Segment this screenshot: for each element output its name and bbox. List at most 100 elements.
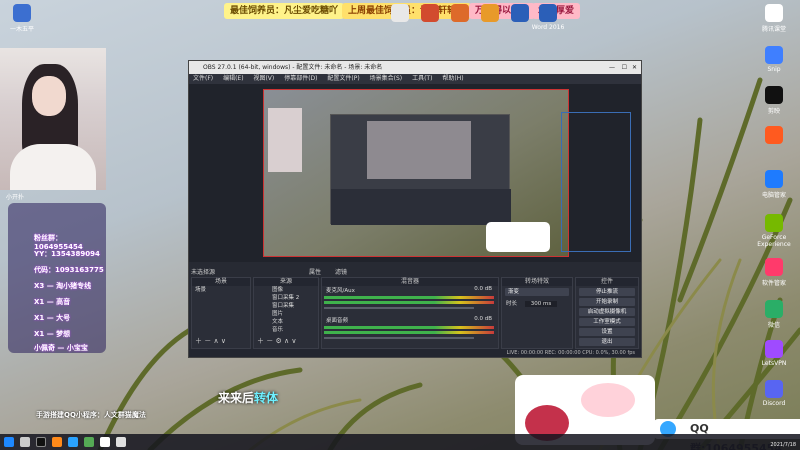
word-icon[interactable]: Word 2016: [528, 4, 568, 31]
taskbar-app-icon[interactable]: [84, 437, 94, 447]
dock-item[interactable]: LetsVPN: [752, 340, 796, 367]
properties-button[interactable]: 属性: [309, 267, 321, 276]
taskbar-app-icon[interactable]: [36, 437, 46, 447]
dock-item[interactable]: [752, 126, 796, 146]
caption-highlight: 转体: [254, 391, 279, 405]
info-row: 代码：1093163775: [34, 266, 104, 274]
app-icon: [765, 258, 783, 276]
taskbar-app-icon[interactable]: [20, 437, 30, 447]
info-row: X3 — 淘小猪专线: [34, 282, 92, 290]
transition-select[interactable]: 渐变: [505, 288, 569, 296]
app-icon: [765, 86, 783, 104]
add-source-icon[interactable]: ＋: [257, 337, 264, 345]
app-icon: [451, 4, 469, 22]
menu-tools[interactable]: 工具(T): [412, 75, 432, 82]
menu-help[interactable]: 帮助(H): [442, 75, 463, 82]
volume-meter: [324, 301, 494, 304]
caption-prefix: 来来后: [218, 391, 255, 405]
source-item[interactable]: 图像: [254, 286, 318, 294]
desktop-icon-top-left[interactable]: 一木五平: [2, 4, 42, 33]
dock-item[interactable]: Discord: [752, 380, 796, 407]
sources-header: 来源: [254, 278, 318, 286]
source-item[interactable]: 窗口采集 2: [254, 294, 318, 302]
start-icon[interactable]: [4, 437, 14, 447]
obs-menu-bar: 文件(F) 编辑(E) 视图(V) 停靠部件(D) 配置文件(P) 场景集合(S…: [189, 74, 641, 84]
source-controls: ＋ － ⚙ ∧ ∨: [257, 336, 296, 346]
mixer-db: 0.0 dB: [474, 316, 492, 322]
menu-scene-collection[interactable]: 场景集合(S): [370, 75, 403, 82]
scenes-panel: 场景 场景 ＋ － ∧ ∨: [191, 277, 251, 349]
duration-row: 时长 300 ms: [502, 299, 572, 307]
remove-scene-icon[interactable]: －: [204, 337, 211, 345]
volume-meter: [324, 331, 494, 334]
scene-item[interactable]: 场景: [192, 286, 250, 294]
menu-profile[interactable]: 配置文件(P): [327, 75, 359, 82]
dock-item[interactable]: 微信: [752, 300, 796, 329]
close-icon[interactable]: ✕: [632, 61, 637, 74]
dock-item[interactable]: 电脑管家: [752, 170, 796, 199]
volume-slider[interactable]: [324, 337, 474, 339]
app-icon: [511, 4, 529, 22]
volume-meter: [324, 326, 494, 329]
pig-face: [581, 383, 635, 417]
start-recording-button[interactable]: 开始录制: [579, 298, 635, 306]
nested-panels: [331, 189, 511, 225]
mixer-panel: 混音器 麦克风/Aux 0.0 dB 桌面音频 0.0 dB: [321, 277, 499, 349]
filters-button[interactable]: 滤镜: [335, 267, 347, 276]
obs-title: OBS 27.0.1 (64-bit, windows) - 配置文件: 未命名…: [203, 64, 383, 71]
settings-button[interactable]: 设置: [579, 328, 635, 336]
taskbar-app-icon[interactable]: [100, 437, 110, 447]
app-icon: [765, 300, 783, 318]
remove-source-icon[interactable]: －: [266, 337, 273, 345]
gear-icon[interactable]: ⚙: [275, 337, 281, 345]
subtitle-caption: 来来后转体: [218, 389, 278, 406]
menu-view[interactable]: 视图(V): [253, 75, 274, 82]
source-item[interactable]: 音乐: [254, 326, 318, 334]
obs-title-bar: OBS 27.0.1 (64-bit, windows) - 配置文件: 未命名…: [189, 61, 641, 74]
sources-panel: 来源 图像 窗口采集 2 窗口采集 图片 文本 音乐 ＋ － ⚙ ∧ ∨: [253, 277, 319, 349]
dock-item[interactable]: 腾讯课堂: [752, 4, 796, 33]
studio-mode-button[interactable]: 工作室模式: [579, 318, 635, 326]
stop-stream-button[interactable]: 停止推流: [579, 288, 635, 296]
webcam-clothes: [10, 144, 96, 190]
info-row: X1 — 高音: [34, 298, 71, 306]
menu-edit[interactable]: 编辑(E): [223, 75, 243, 82]
minimize-icon[interactable]: —: [609, 61, 615, 74]
app-icon: [13, 4, 31, 22]
duration-input[interactable]: 300 ms: [524, 301, 558, 307]
taskbar: 2021/7/18: [0, 434, 800, 450]
dock-item[interactable]: 软件管家: [752, 258, 796, 287]
source-item[interactable]: 图片: [254, 310, 318, 318]
obs-preview[interactable]: [189, 84, 641, 262]
taskbar-app-icon[interactable]: [68, 437, 78, 447]
preview-selection-box: [561, 112, 631, 252]
duration-label: 时长: [506, 301, 518, 307]
app-icon: [765, 126, 783, 144]
virtual-camera-button[interactable]: 启动虚拟摄像机: [579, 308, 635, 316]
exit-button[interactable]: 退出: [579, 338, 635, 346]
down-icon[interactable]: ∨: [291, 337, 296, 345]
volume-slider[interactable]: [324, 307, 474, 309]
info-row: YY：1354389094: [34, 250, 100, 258]
up-icon[interactable]: ∧: [284, 337, 289, 345]
add-scene-icon[interactable]: ＋: [195, 337, 202, 345]
dock-item[interactable]: Snip: [752, 46, 796, 73]
app-icon: [421, 4, 439, 22]
menu-docks[interactable]: 停靠部件(D): [284, 75, 317, 82]
mixer-channel: 桌面音频 0.0 dB: [322, 316, 498, 346]
obs-window: OBS 27.0.1 (64-bit, windows) - 配置文件: 未命名…: [188, 60, 642, 358]
taskbar-app-icon[interactable]: [52, 437, 62, 447]
source-item[interactable]: 窗口采集: [254, 302, 318, 310]
up-icon[interactable]: ∧: [213, 337, 218, 345]
dock-item[interactable]: 剪映: [752, 86, 796, 115]
source-item[interactable]: 文本: [254, 318, 318, 326]
menu-file[interactable]: 文件(F): [193, 75, 213, 82]
taskbar-app-icon[interactable]: [116, 437, 126, 447]
dock-item[interactable]: GeForce Experience: [752, 214, 796, 248]
obs-docks: 未选择源 属性 滤镜 场景 场景 ＋ － ∧ ∨ 来源 图像 窗口采集 2 窗口…: [189, 267, 641, 351]
transitions-panel: 转场特效 渐变 时长 300 ms: [501, 277, 573, 349]
down-icon[interactable]: ∨: [221, 337, 226, 345]
info-row: X1 — 梦想: [34, 330, 71, 338]
preview-pig-sticker: [486, 222, 550, 252]
maximize-icon[interactable]: ☐: [622, 61, 627, 74]
